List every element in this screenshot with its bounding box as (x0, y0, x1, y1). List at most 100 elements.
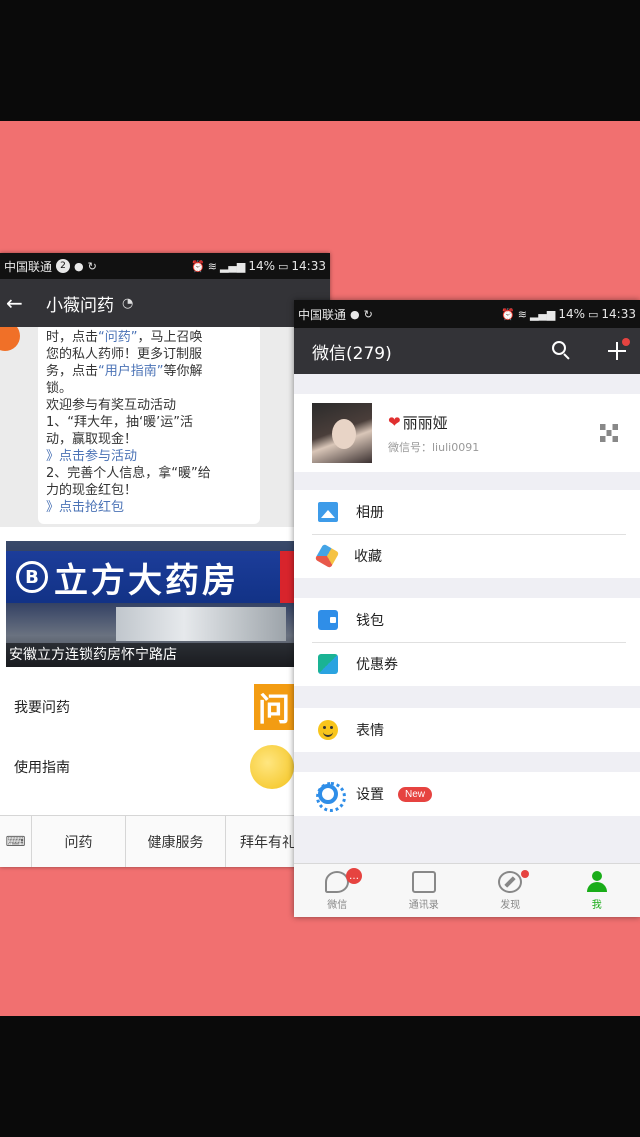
profile-card[interactable]: ❤ 丽丽娅 微信号：liuli0091 (294, 394, 640, 472)
sync-icon: ↻ (87, 259, 97, 273)
message-notification-icon: ● (74, 259, 84, 273)
sync-icon: ↻ (363, 307, 373, 321)
tab-label: 通讯录 (408, 899, 439, 911)
right-screenshot: 中国联通 ● ↻ ⏰ ≋ ▂▄▆ 14% ▭ 14:33 微信(279) ❤ 丽… (294, 300, 640, 917)
signal-icon: ▂▄▆ (219, 259, 246, 273)
msg-text: 您的私人药师！更多订制服 (46, 347, 203, 362)
menu-item-album[interactable]: 相册 (294, 490, 640, 534)
wechat-header: 微信(279) (294, 328, 640, 374)
msg-text: 等你解 (163, 364, 203, 379)
msg-text: 动，赢取现金！ (46, 432, 138, 447)
battery-percent: 14% (248, 259, 275, 273)
search-icon[interactable] (552, 341, 572, 361)
user-guide-thumbnail (250, 745, 294, 789)
store-photo[interactable]: B 立方大药房 安徽立方连锁药房怀宁路店 (6, 541, 296, 667)
tab-me[interactable]: 我 (554, 864, 640, 917)
chat-area: 时，点击“问药”，马上召唤 您的私人药师！更多订制服 务，点击“用户指南”等你解… (0, 327, 330, 527)
msg-text: 务，点击 (46, 364, 99, 379)
grab-red-packet-link[interactable]: 》点击抢红包 (46, 499, 252, 516)
tab-chats[interactable]: 微信 … (294, 864, 381, 917)
menu-item-favorites[interactable]: 收藏 (294, 534, 640, 578)
user-guide-link[interactable]: “用户指南” (98, 364, 163, 379)
msg-text: 1、“拜大年，抽‘暖’运”活 (46, 415, 194, 430)
join-activity-link[interactable]: 》点击参与活动 (46, 448, 252, 465)
footer-menu-health-service[interactable]: 健康服务 (126, 816, 226, 867)
msg-text: 2、完善个人信息，拿“暖”给 (46, 466, 211, 481)
alarm-icon: ⏰ (501, 307, 515, 321)
settings-icon (316, 782, 346, 812)
menu-item-ask-drug[interactable]: 我要问药 问 (0, 677, 330, 737)
heart-icon: ❤ (388, 413, 401, 431)
sticker-icon (318, 720, 338, 740)
left-screenshot: 中国联通 2 ● ↻ ⏰ ≋ ▂▄▆ 14% ▭ 14:33 ← 小薇问药 ◔ … (0, 253, 330, 867)
qr-code-icon[interactable] (600, 424, 618, 442)
keyboard-icon[interactable]: ⌨ (0, 816, 32, 867)
tab-contacts[interactable]: 通讯录 (381, 864, 468, 917)
store-windows (116, 607, 286, 641)
store-logo: B (16, 561, 48, 593)
sim-badge: 2 (56, 259, 71, 273)
menu-item-wallet[interactable]: 钱包 (294, 598, 640, 642)
unread-badge: … (346, 868, 362, 884)
msg-text: ，马上召唤 (137, 330, 203, 345)
page-title: 微信(279) (312, 343, 392, 364)
carrier-label: 中国联通 (4, 259, 53, 274)
menu-group-settings: 设置 New (294, 772, 640, 816)
status-bar: 中国联通 ● ↻ ⏰ ≋ ▂▄▆ 14% ▭ 14:33 (294, 300, 640, 328)
ask-drug-link[interactable]: “问药” (98, 330, 137, 345)
wifi-icon: ≋ (207, 259, 217, 273)
carrier-label: 中国联通 (298, 307, 347, 322)
menu-item-label: 表情 (356, 723, 384, 739)
favorites-icon (314, 543, 340, 569)
menu-item-settings[interactable]: 设置 New (294, 772, 640, 816)
chat-title: 小薇问药 (46, 295, 114, 316)
sender-avatar[interactable] (0, 327, 20, 351)
menu-item-label: 钱包 (356, 613, 384, 629)
coupon-icon (318, 654, 338, 674)
wechat-id: 微信号：liuli0091 (388, 440, 480, 454)
tab-label: 发现 (500, 899, 521, 911)
wallet-icon (318, 610, 338, 630)
menu-item-label: 我要问药 (14, 700, 70, 716)
msg-text: 力的现金红包！ (46, 483, 138, 498)
profile-name: 丽丽娅 (402, 413, 448, 432)
alarm-icon: ⏰ (191, 259, 205, 273)
store-caption: 安徽立方连锁药房怀宁路店 (6, 643, 296, 667)
menu-item-label: 相册 (356, 505, 384, 521)
compass-icon (498, 870, 523, 893)
menu-group-stickers: 表情 (294, 708, 640, 752)
menu-item-user-guide[interactable]: 使用指南 (0, 737, 330, 797)
menu-item-label: 使用指南 (14, 760, 70, 776)
wifi-icon: ≋ (517, 307, 527, 321)
photo-album-icon (318, 502, 338, 522)
bottom-tab-bar: 微信 … 通讯录 发现 我 (294, 863, 640, 917)
battery-percent: 14% (558, 307, 585, 321)
back-arrow-icon[interactable]: ← (6, 291, 32, 315)
tab-discover[interactable]: 发现 (467, 864, 554, 917)
contacts-icon (411, 870, 436, 893)
menu-item-coupon[interactable]: 优惠券 (294, 642, 640, 686)
msg-text: 时，点击 (46, 330, 99, 345)
footer-menu-ask-drug[interactable]: 问药 (32, 816, 126, 867)
msg-text: 锁。 (46, 381, 73, 396)
discover-notification-dot (521, 870, 529, 878)
clock: 14:33 (291, 259, 326, 273)
person-icon (585, 870, 609, 893)
store-card: B 立方大药房 安徽立方连锁药房怀宁路店 我要问药 问 使用指南 ⌨ 问药 健康… (0, 527, 330, 867)
battery-icon: ▭ (588, 307, 599, 321)
ask-drug-thumbnail: 问 (254, 684, 294, 730)
battery-icon: ▭ (278, 259, 289, 273)
new-badge: New (398, 786, 433, 802)
tab-label: 我 (591, 899, 602, 911)
custom-menu-bar: ⌨ 问药 健康服务 拜年有礼 (0, 815, 330, 867)
clock: 14:33 (601, 307, 636, 321)
chat-header: ← 小薇问药 ◔ (0, 279, 330, 327)
earpiece-icon: ◔ (122, 295, 134, 311)
message-notification-icon: ● (350, 307, 360, 321)
menu-group-album-favorites: 相册 收藏 (294, 490, 640, 578)
menu-item-label: 设置 (356, 787, 384, 803)
status-bar: 中国联通 2 ● ↻ ⏰ ≋ ▂▄▆ 14% ▭ 14:33 (0, 253, 330, 279)
avatar[interactable] (312, 403, 372, 463)
menu-item-label: 优惠券 (356, 657, 398, 673)
menu-item-stickers[interactable]: 表情 (294, 708, 640, 752)
